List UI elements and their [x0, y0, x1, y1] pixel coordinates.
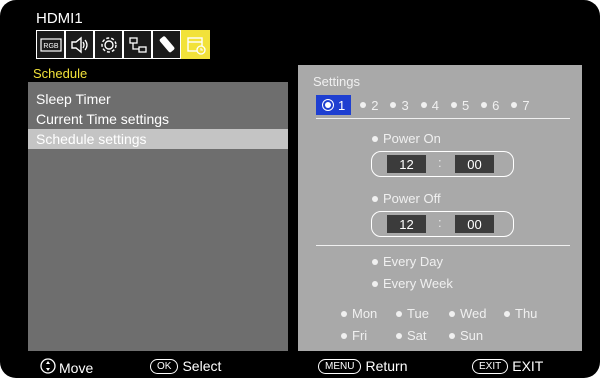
power-off-minute-field[interactable]: 00 [455, 215, 494, 233]
weekday-fri[interactable]: Fri [341, 328, 367, 343]
weekday-thu[interactable]: Thu [504, 306, 537, 321]
dot-icon [420, 102, 427, 108]
schedule-tab-2[interactable]: 2 [360, 98, 378, 113]
radio-selected-icon [322, 99, 334, 111]
dot-icon [341, 310, 347, 317]
schedule-tab-6[interactable]: 6 [481, 98, 499, 113]
divider [316, 245, 570, 246]
dot-icon [396, 310, 402, 317]
dot-icon [372, 258, 378, 265]
menu-item-schedule-settings[interactable]: Schedule settings [28, 129, 288, 149]
power-on-minute-field[interactable]: 00 [455, 155, 494, 173]
ok-key-icon: OK [150, 358, 179, 374]
schedule-menu-panel: Schedule Sleep Timer Current Time settin… [28, 65, 288, 351]
power-off-option[interactable]: Power Off [372, 191, 441, 206]
schedule-tab-1[interactable]: 1 [316, 95, 352, 115]
dpad-icon [40, 358, 56, 377]
dot-icon [449, 332, 455, 339]
time-separator: : [438, 155, 442, 170]
dot-icon [481, 102, 488, 108]
remote-control-icon[interactable] [152, 30, 181, 59]
dot-icon [372, 135, 378, 142]
power-on-option[interactable]: Power On [372, 131, 441, 146]
dot-icon [372, 280, 378, 287]
exit-hint: EXIT EXIT [472, 358, 543, 374]
dot-icon [360, 102, 367, 108]
power-off-hour-field[interactable]: 12 [387, 215, 426, 233]
time-separator: : [438, 215, 442, 230]
exit-key-icon: EXIT [472, 358, 509, 374]
menu-header: Schedule [28, 65, 288, 82]
dot-icon [372, 195, 378, 202]
every-week-option[interactable]: Every Week [372, 276, 453, 291]
osd-window: HDMI1 RGB Schedule Sleep Timer Current T… [0, 0, 600, 378]
menu-title: Schedule [33, 66, 88, 81]
schedule-tab-4[interactable]: 4 [420, 98, 439, 113]
schedule-tab-3[interactable]: 3 [390, 98, 409, 113]
move-hint: Move [40, 358, 93, 377]
power-on-time-box: 12 : 00 [371, 151, 514, 177]
every-day-option[interactable]: Every Day [372, 254, 443, 269]
settings-panel: Settings 1 2 3 4 5 6 7 Power On 12 : 00 … [298, 65, 582, 351]
dot-icon [504, 310, 510, 317]
divider [316, 118, 570, 119]
input-source-label: HDMI1 [36, 10, 83, 27]
schedule-number-tabs: 1 2 3 4 5 6 7 [316, 95, 530, 115]
rgb-picture-icon[interactable]: RGB [36, 30, 65, 59]
footer-hint-bar: Move OK Select MENU Return EXIT EXIT [0, 355, 600, 378]
menu-key-icon: MENU [318, 358, 362, 374]
dot-icon [449, 310, 455, 317]
weekday-wed[interactable]: Wed [449, 306, 487, 321]
network-icon[interactable] [123, 30, 152, 59]
schedule-tab-7[interactable]: 7 [511, 98, 530, 113]
audio-icon[interactable] [65, 30, 94, 59]
category-icon-bar: RGB [36, 30, 210, 59]
power-on-hour-field[interactable]: 12 [387, 155, 426, 173]
dot-icon [341, 332, 347, 339]
weekday-mon[interactable]: Mon [341, 306, 377, 321]
return-hint: MENU Return [318, 358, 407, 374]
menu-item-sleep-timer[interactable]: Sleep Timer [28, 89, 288, 109]
select-hint: OK Select [150, 358, 221, 374]
dot-icon [396, 332, 402, 339]
schedule-calendar-icon[interactable] [181, 30, 210, 59]
dot-icon [511, 102, 518, 108]
weekday-sat[interactable]: Sat [396, 328, 427, 343]
weekday-tue[interactable]: Tue [396, 306, 429, 321]
svg-text:RGB: RGB [43, 43, 59, 50]
settings-gear-icon[interactable] [94, 30, 123, 59]
dot-icon [390, 102, 397, 108]
power-off-time-box: 12 : 00 [371, 211, 514, 237]
schedule-tab-5[interactable]: 5 [450, 98, 469, 113]
weekday-sun[interactable]: Sun [449, 328, 483, 343]
dot-icon [450, 102, 457, 108]
menu-item-current-time-settings[interactable]: Current Time settings [28, 109, 288, 129]
settings-title: Settings [313, 74, 360, 89]
